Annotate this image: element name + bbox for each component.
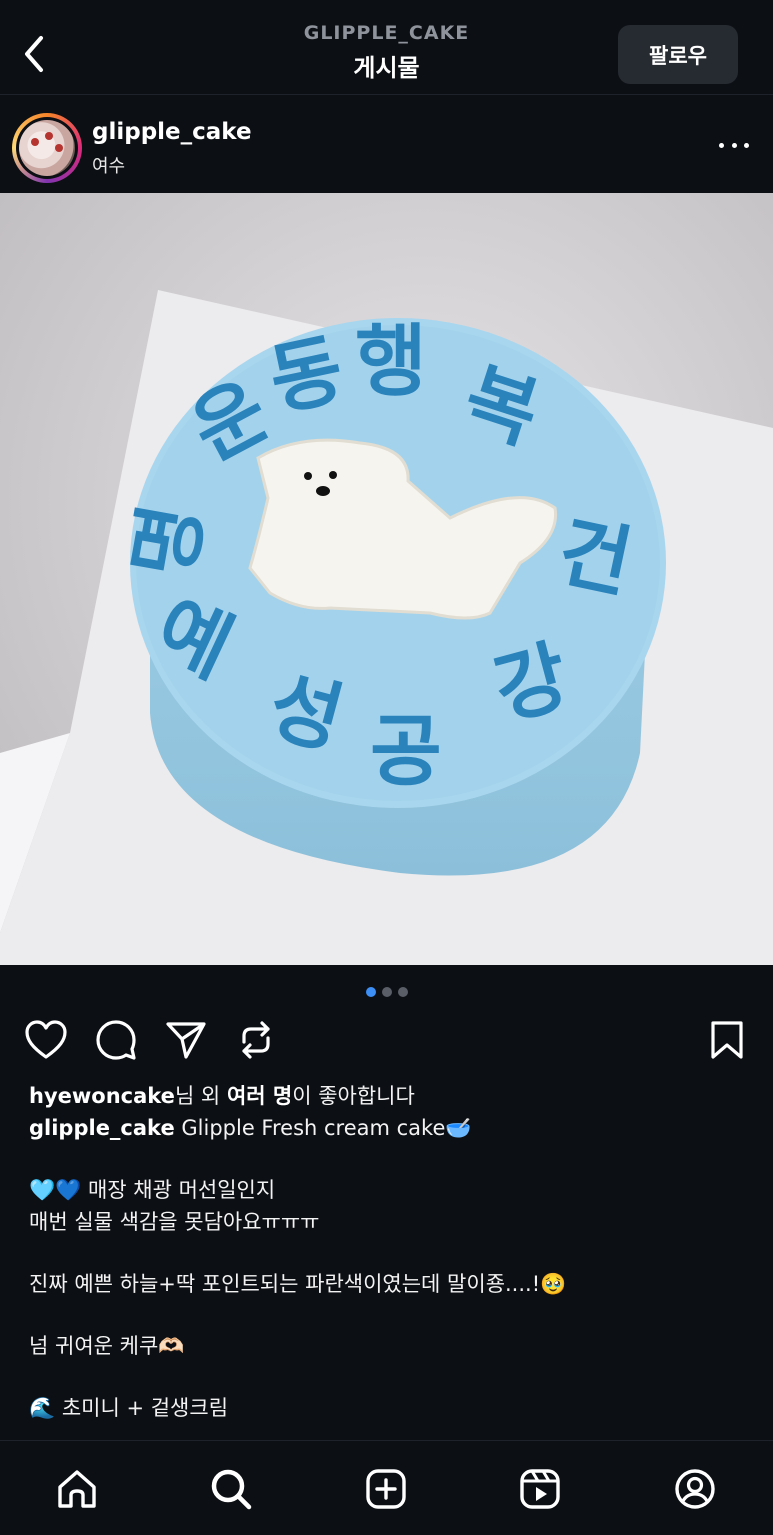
caption-line: 🩵💙 매장 채광 머선일인지 [29,1178,276,1202]
nav-reels[interactable] [510,1459,570,1519]
likes-others[interactable]: 여러 명 [227,1084,292,1108]
avatar-image [19,120,75,176]
more-horizontal-icon [719,142,724,148]
comment-icon [96,1020,136,1060]
save-button[interactable] [703,1015,751,1065]
caption-first-line: glipple_cake Glipple Fresh cream cake🥣 [29,1112,749,1144]
carousel-dot [381,987,392,997]
caption-text: Glipple Fresh cream cake🥣 [181,1116,472,1140]
cake-photo: 운 동 행 복 건 강 공 성 예 명 [0,193,773,965]
profile-icon [675,1469,715,1509]
create-icon [366,1469,406,1509]
more-options-button[interactable] [719,135,749,155]
caption-line: 매번 실물 색감을 못담아요ㅠㅠㅠ [29,1210,320,1234]
reels-icon [520,1469,560,1509]
home-icon [58,1470,96,1508]
post-image[interactable]: 운 동 행 복 건 강 공 성 예 명 [0,193,773,965]
comment-button[interactable] [92,1015,140,1065]
cake-letter: 행 [355,317,427,407]
send-icon [166,1022,206,1059]
follow-button[interactable]: 팔로우 [618,25,738,84]
nav-profile[interactable] [665,1459,725,1519]
nav-search[interactable] [201,1459,261,1519]
post-username[interactable]: glipple_cake [92,119,252,145]
likes-user[interactable]: hyewoncake [29,1084,175,1108]
search-icon [211,1469,252,1510]
bookmark-icon [711,1021,743,1059]
like-button[interactable] [22,1015,70,1065]
bottom-nav [0,1440,773,1535]
top-bar: GLIPPLE_CAKE 게시물 팔로우 [0,0,773,95]
caption-line: 🌊 초미니 + 겉생크림 [29,1396,229,1420]
nav-create[interactable] [356,1459,416,1519]
carousel-indicator [0,987,773,997]
action-bar [0,1015,773,1067]
caption-line: 진짜 예쁜 하늘+딱 포인트되는 파란색이였는데 말이죵....!🥹 [29,1272,567,1296]
repost-button[interactable] [232,1015,280,1065]
cake-letter: 공 [370,707,442,797]
share-button[interactable] [162,1015,210,1065]
caption-line: 넘 귀여운 케쿠🫶🏻 [29,1334,185,1358]
heart-icon [25,1020,67,1059]
nav-home[interactable] [47,1459,107,1519]
likes-line: hyewoncake님 외 여러 명이 좋아합니다 [29,1084,415,1108]
post-caption: hyewoncake님 외 여러 명이 좋아합니다 glipple_cake G… [29,1080,749,1424]
repost-icon [242,1021,270,1059]
caption-author[interactable]: glipple_cake [29,1116,175,1140]
post-location[interactable]: 여수 [92,152,125,178]
carousel-dot [397,987,408,997]
carousel-dot [365,987,376,997]
post-header: glipple_cake 여수 [0,95,773,193]
avatar[interactable] [12,113,82,183]
